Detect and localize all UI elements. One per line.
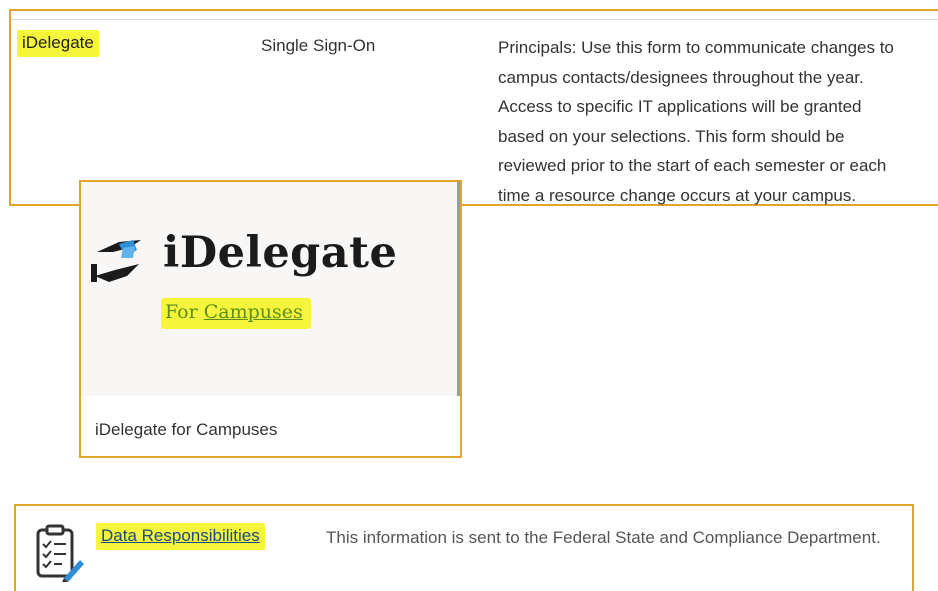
description-line: campus contacts/designees throughout the…: [498, 67, 864, 87]
card-caption[interactable]: iDelegate for Campuses: [95, 420, 277, 440]
description-line: Principals: Use this form to communicate…: [498, 38, 894, 57]
application-row: iDelegate Single Sign-On Principals: Use…: [9, 9, 938, 206]
logo-title: iDelegate: [163, 228, 398, 278]
data-responsibilities-label[interactable]: Data Responsibilities: [96, 523, 265, 550]
thumbnail-scrollbar[interactable]: [457, 182, 460, 396]
clipboard-checklist-icon: [36, 524, 84, 582]
application-description: Principals: Use this form to communicate…: [498, 33, 938, 210]
description-line: time a resource change occurs at your ca…: [498, 185, 857, 205]
idelegate-link[interactable]: iDelegate: [17, 30, 99, 57]
data-responsibilities-link[interactable]: Data Responsibilities: [96, 523, 265, 550]
logo-subtitle-campuses: Campuses: [203, 301, 303, 323]
data-responsibilities-row: Data Responsibilities This information i…: [14, 504, 914, 591]
hands-handoff-icon: [91, 240, 141, 282]
row-divider: [11, 19, 938, 20]
idelegate-link-label[interactable]: iDelegate: [17, 30, 99, 57]
description-line: Access to specific IT applications will …: [498, 97, 862, 116]
access-type: Single Sign-On: [261, 36, 376, 55]
description-line: reviewed prior to the start of each seme…: [498, 156, 887, 175]
logo-subtitle-for: For: [165, 301, 198, 323]
description-line: based on your selections. This form shou…: [498, 126, 845, 146]
responsibilities-description: This information is sent to the Federal …: [326, 528, 881, 547]
logo-subtitle: For Campuses: [161, 298, 311, 329]
idelegate-campuses-card[interactable]: iDelegate For Campuses iDelegate for Cam…: [79, 180, 462, 458]
card-thumbnail[interactable]: iDelegate For Campuses: [81, 182, 460, 396]
